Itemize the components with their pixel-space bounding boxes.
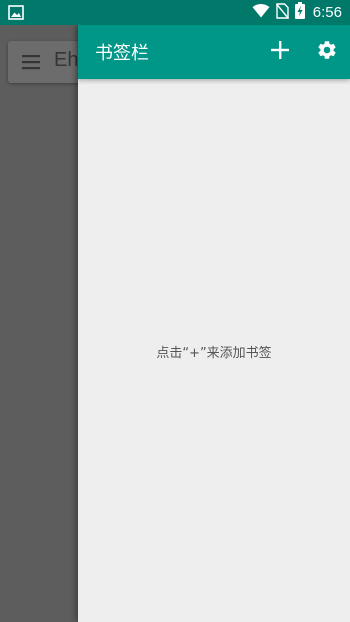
status-time: 6:56 xyxy=(312,4,342,21)
battery-charging-icon xyxy=(294,2,305,23)
no-sim-icon xyxy=(275,2,289,23)
drawer-toolbar: 书签栏 xyxy=(78,25,350,79)
add-icon xyxy=(270,40,290,64)
gear-icon xyxy=(316,39,338,65)
settings-button[interactable] xyxy=(313,38,341,66)
image-notification-icon xyxy=(8,5,24,20)
empty-bookmarks-hint: 点击“+”来添加书签 xyxy=(156,346,272,361)
drawer-title: 书签栏 xyxy=(95,43,149,64)
status-bar: 6:56 xyxy=(0,0,350,25)
wifi-icon xyxy=(252,3,270,22)
add-bookmark-button[interactable] xyxy=(266,38,294,66)
bookmark-drawer: 书签栏 点击“+”来添加书签 xyxy=(78,25,350,622)
